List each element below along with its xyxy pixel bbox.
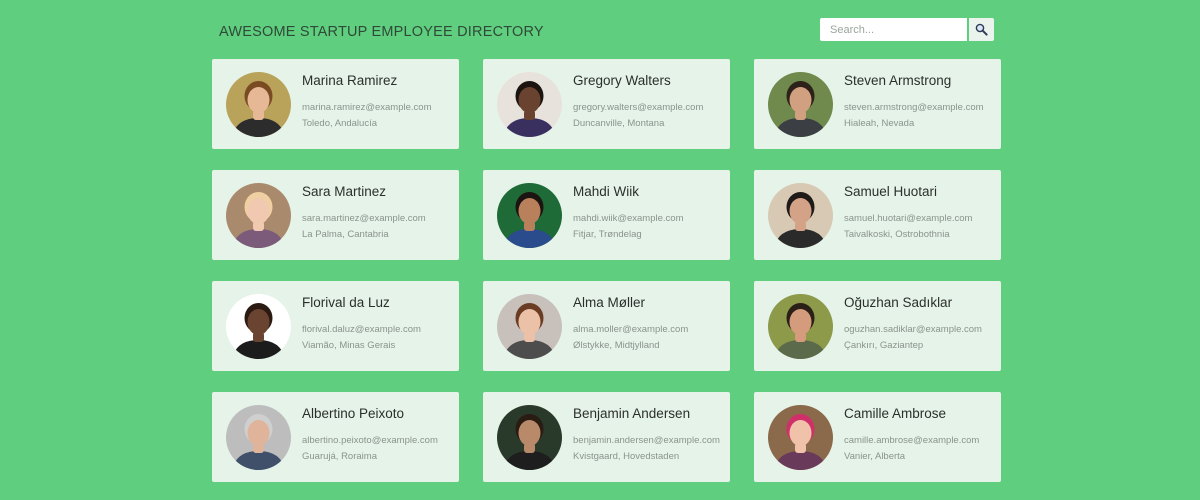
avatar-photo xyxy=(226,293,291,359)
employee-email: oguzhan.sadiklar@example.com xyxy=(844,324,982,335)
employee-location: Taivalkoski, Ostrobothnia xyxy=(844,228,950,240)
avatar xyxy=(226,404,291,470)
employee-email: mahdi.wiik@example.com xyxy=(573,213,684,224)
employee-email: samuel.huotari@example.com xyxy=(844,213,973,224)
employee-card[interactable]: Albertino Peixoto albertino.peixoto@exam… xyxy=(212,392,459,482)
employee-email: albertino.peixoto@example.com xyxy=(302,435,438,446)
employee-email: marina.ramirez@example.com xyxy=(302,102,432,113)
search-button[interactable] xyxy=(969,18,994,41)
search-form xyxy=(820,18,994,41)
employee-info: Florival da Luz florival.daluz@example.c… xyxy=(302,295,421,353)
employee-location: Fitjar, Trøndelag xyxy=(573,228,642,240)
search-input[interactable] xyxy=(820,18,967,41)
employee-name: Camille Ambrose xyxy=(844,406,947,421)
avatar xyxy=(226,182,291,248)
avatar-photo xyxy=(497,404,562,470)
avatar xyxy=(768,404,833,470)
employee-email: camille.ambrose@example.com xyxy=(844,435,980,446)
employee-name: Florival da Luz xyxy=(302,295,390,310)
avatar-photo xyxy=(226,71,291,137)
employee-location: Kvistgaard, Hovedstaden xyxy=(573,450,680,462)
employee-card[interactable]: Mahdi Wiik mahdi.wiik@example.com Fitjar… xyxy=(483,170,730,260)
avatar xyxy=(226,293,291,359)
avatar-photo xyxy=(226,404,291,470)
employee-location: Duncanville, Montana xyxy=(573,117,665,129)
employee-location: Guarujá, Roraima xyxy=(302,450,377,462)
avatar-photo xyxy=(497,71,562,137)
employee-location: Vanier, Alberta xyxy=(844,450,906,462)
avatar xyxy=(768,293,833,359)
employee-card[interactable]: Benjamin Andersen benjamin.andersen@exam… xyxy=(483,392,730,482)
employee-card[interactable]: Samuel Huotari samuel.huotari@example.co… xyxy=(754,170,1001,260)
employee-info: Marina Ramirez marina.ramirez@example.co… xyxy=(302,73,431,131)
employee-card[interactable]: Steven Armstrong steven.armstrong@exampl… xyxy=(754,59,1001,149)
avatar xyxy=(497,182,562,248)
avatar-photo xyxy=(497,182,562,248)
employee-email: steven.armstrong@example.com xyxy=(844,102,984,113)
employee-grid: Marina Ramirez marina.ramirez@example.co… xyxy=(212,59,1001,482)
employee-info: Alma Møller alma.moller@example.com Ølst… xyxy=(573,295,688,353)
employee-card[interactable]: Gregory Walters gregory.walters@example.… xyxy=(483,59,730,149)
employee-email: benjamin.andersen@example.com xyxy=(573,435,720,446)
avatar-photo xyxy=(226,182,291,248)
employee-info: Sara Martinez sara.martinez@example.com … xyxy=(302,184,426,242)
avatar xyxy=(497,293,562,359)
employee-location: Toledo, Andalucía xyxy=(302,117,378,129)
header: AWESOME STARTUP EMPLOYEE DIRECTORY xyxy=(212,18,1001,44)
employee-email: gregory.walters@example.com xyxy=(573,102,704,113)
avatar xyxy=(768,71,833,137)
employee-name: Mahdi Wiik xyxy=(573,184,640,199)
employee-location: Çankırı, Gaziantep xyxy=(844,339,924,351)
employee-info: Samuel Huotari samuel.huotari@example.co… xyxy=(844,184,972,242)
employee-info: Benjamin Andersen benjamin.andersen@exam… xyxy=(573,406,720,464)
employee-name: Steven Armstrong xyxy=(844,73,952,88)
employee-info: Oğuzhan Sadıklar oguzhan.sadiklar@exampl… xyxy=(844,295,982,353)
employee-name: Albertino Peixoto xyxy=(302,406,405,421)
avatar xyxy=(497,404,562,470)
employee-location: Ølstykke, Midtjylland xyxy=(573,339,660,351)
employee-location: La Palma, Cantabria xyxy=(302,228,389,240)
avatar-photo xyxy=(768,404,833,470)
employee-email: alma.moller@example.com xyxy=(573,324,689,335)
page-title: AWESOME STARTUP EMPLOYEE DIRECTORY xyxy=(219,24,544,40)
employee-name: Benjamin Andersen xyxy=(573,406,691,421)
employee-card[interactable]: Sara Martinez sara.martinez@example.com … xyxy=(212,170,459,260)
employee-card[interactable]: Marina Ramirez marina.ramirez@example.co… xyxy=(212,59,459,149)
employee-name: Oğuzhan Sadıklar xyxy=(844,295,953,310)
employee-card[interactable]: Camille Ambrose camille.ambrose@example.… xyxy=(754,392,1001,482)
avatar-photo xyxy=(768,293,833,359)
employee-info: Albertino Peixoto albertino.peixoto@exam… xyxy=(302,406,438,464)
employee-name: Marina Ramirez xyxy=(302,73,398,88)
employee-name: Sara Martinez xyxy=(302,184,387,199)
employee-card[interactable]: Florival da Luz florival.daluz@example.c… xyxy=(212,281,459,371)
employee-name: Gregory Walters xyxy=(573,73,671,88)
employee-card[interactable]: Alma Møller alma.moller@example.com Ølst… xyxy=(483,281,730,371)
employee-name: Alma Møller xyxy=(573,295,646,310)
avatar xyxy=(768,182,833,248)
avatar-photo xyxy=(497,293,562,359)
employee-email: sara.martinez@example.com xyxy=(302,213,426,224)
employee-info: Mahdi Wiik mahdi.wiik@example.com Fitjar… xyxy=(573,184,683,242)
avatar-photo xyxy=(768,182,833,248)
avatar xyxy=(497,71,562,137)
avatar-photo xyxy=(768,71,833,137)
employee-name: Samuel Huotari xyxy=(844,184,938,199)
directory-page: AWESOME STARTUP EMPLOYEE DIRECTORY Marin… xyxy=(0,0,1200,500)
magnifier-icon xyxy=(975,23,988,36)
employee-card[interactable]: Oğuzhan Sadıklar oguzhan.sadiklar@exampl… xyxy=(754,281,1001,371)
employee-info: Camille Ambrose camille.ambrose@example.… xyxy=(844,406,979,464)
avatar xyxy=(226,71,291,137)
employee-info: Steven Armstrong steven.armstrong@exampl… xyxy=(844,73,984,131)
employee-info: Gregory Walters gregory.walters@example.… xyxy=(573,73,703,131)
employee-location: Viamão, Minas Gerais xyxy=(302,339,396,351)
employee-location: Hialeah, Nevada xyxy=(844,117,915,129)
employee-email: florival.daluz@example.com xyxy=(302,324,421,335)
